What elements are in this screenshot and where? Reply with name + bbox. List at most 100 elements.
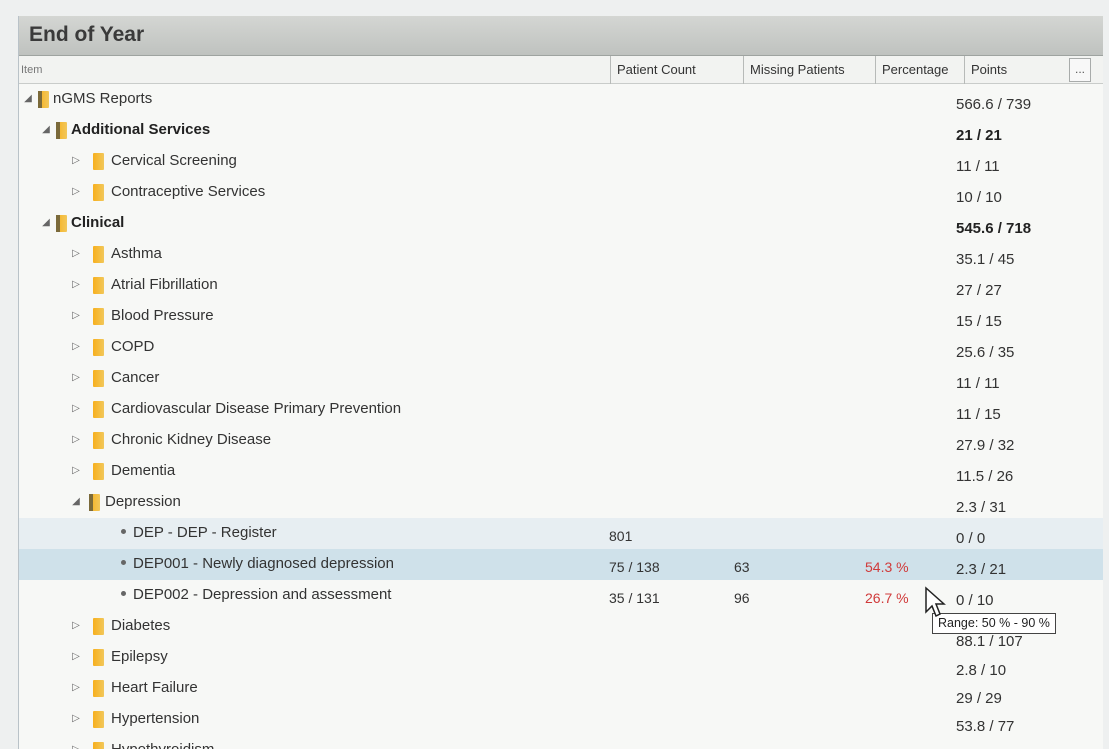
- folder-icon: [56, 122, 67, 139]
- column-item[interactable]: Item: [19, 56, 609, 84]
- row-points: 10 / 10: [956, 189, 1002, 206]
- row-missing-patients: 63: [734, 559, 750, 575]
- row-points: 11 / 11: [956, 158, 1000, 175]
- row-label: nGMS Reports: [53, 90, 153, 107]
- row-patient-count: 75 / 138: [609, 559, 660, 575]
- tree-row-ngms-reports[interactable]: ◢ nGMS Reports 566.6 / 739: [19, 84, 1103, 115]
- row-patient-count: 801: [609, 528, 633, 544]
- row-label: Cancer: [111, 369, 160, 386]
- title-bar: End of Year: [19, 16, 1103, 56]
- row-points: 0 / 10: [956, 592, 994, 609]
- mouse-cursor-icon: [925, 586, 946, 618]
- window-title: End of Year: [29, 23, 145, 46]
- tree-row-cervical-screening[interactable]: ▷ Cervical Screening 11 / 11: [19, 146, 1103, 177]
- tree-row-hypertension[interactable]: ▷ Hypertension 53.8 / 77: [19, 704, 1103, 735]
- folder-icon: [93, 153, 104, 170]
- folder-icon: [93, 463, 104, 480]
- triangle-right-icon[interactable]: ▷: [71, 651, 81, 663]
- folder-icon: [93, 618, 104, 635]
- triangle-right-icon[interactable]: ▷: [71, 744, 81, 749]
- tree-row-copd[interactable]: ▷ COPD 25.6 / 35: [19, 332, 1103, 363]
- row-percentage[interactable]: 54.3 %: [865, 559, 909, 575]
- column-percentage[interactable]: Percentage: [875, 56, 965, 84]
- tree-row-blood-pressure[interactable]: ▷ Blood Pressure 15 / 15: [19, 301, 1103, 332]
- triangle-right-icon[interactable]: ▷: [71, 403, 81, 415]
- folder-icon: [93, 370, 104, 387]
- triangle-right-icon[interactable]: ▷: [71, 372, 81, 384]
- row-points: 2.3 / 31: [956, 499, 1007, 516]
- row-points: 11.5 / 26: [956, 468, 1014, 485]
- folder-icon: [93, 184, 104, 201]
- row-label: Hypothyroidism: [111, 741, 214, 749]
- tree-row-additional-services[interactable]: ◢ Additional Services 21 / 21: [19, 115, 1103, 146]
- row-percentage[interactable]: 26.7 %: [865, 590, 909, 606]
- tree-row-hypothyroidism[interactable]: ▷ Hypothyroidism: [19, 735, 1103, 749]
- column-patient-count[interactable]: Patient Count: [610, 56, 736, 84]
- column-options-button[interactable]: ...: [1069, 58, 1091, 82]
- column-header: Item Patient Count Missing Patients Perc…: [19, 56, 1103, 84]
- tree-row-clinical[interactable]: ◢ Clinical 545.6 / 718: [19, 208, 1103, 239]
- triangle-right-icon[interactable]: ▷: [71, 279, 81, 291]
- tree-row-contraceptive-services[interactable]: ▷ Contraceptive Services 10 / 10: [19, 177, 1103, 208]
- row-points: 15 / 15: [956, 313, 1002, 330]
- triangle-right-icon[interactable]: ▷: [71, 341, 81, 353]
- column-points[interactable]: Points: [964, 56, 1064, 84]
- row-points: 11 / 11: [956, 375, 1000, 392]
- triangle-down-icon[interactable]: ◢: [71, 496, 81, 508]
- folder-icon: [89, 494, 100, 511]
- tree-row-dep001[interactable]: DEP001 - Newly diagnosed depression 75 /…: [19, 549, 1103, 580]
- row-label: DEP001 - Newly diagnosed depression: [133, 555, 394, 572]
- triangle-right-icon[interactable]: ▷: [71, 682, 81, 694]
- column-missing-patients[interactable]: Missing Patients: [743, 56, 875, 84]
- row-points: 27 / 27: [956, 282, 1002, 299]
- row-label: Chronic Kidney Disease: [111, 431, 272, 448]
- row-label: Heart Failure: [111, 679, 198, 696]
- triangle-right-icon[interactable]: ▷: [71, 434, 81, 446]
- bullet-icon: [121, 560, 126, 565]
- row-label: Hypertension: [111, 710, 200, 727]
- tree-row-dep-register[interactable]: DEP - DEP - Register 801 0 / 0: [19, 518, 1103, 549]
- row-label: Additional Services: [71, 121, 211, 138]
- triangle-right-icon[interactable]: ▷: [71, 465, 81, 477]
- tree-row-asthma[interactable]: ▷ Asthma 35.1 / 45: [19, 239, 1103, 270]
- row-label: Epilepsy: [111, 648, 168, 665]
- triangle-right-icon[interactable]: ▷: [71, 620, 81, 632]
- tree-row-heart-failure[interactable]: ▷ Heart Failure 29 / 29: [19, 673, 1103, 707]
- row-label: Depression: [105, 493, 181, 510]
- tree-row-cancer[interactable]: ▷ Cancer 11 / 11: [19, 363, 1103, 394]
- triangle-down-icon[interactable]: ◢: [23, 93, 33, 105]
- row-patient-count: 35 / 131: [609, 590, 660, 606]
- row-points: 566.6 / 739: [956, 96, 1032, 113]
- tree-row-dementia[interactable]: ▷ Dementia 11.5 / 26: [19, 456, 1103, 487]
- row-points: 21 / 21: [956, 127, 1002, 144]
- tree-row-cardiovascular-primary-prevention[interactable]: ▷ Cardiovascular Disease Primary Prevent…: [19, 394, 1103, 425]
- row-label: Atrial Fibrillation: [111, 276, 218, 293]
- folder-icon: [93, 401, 104, 418]
- triangle-right-icon[interactable]: ▷: [71, 186, 81, 198]
- tree-row-epilepsy[interactable]: ▷ Epilepsy 2.8 / 10: [19, 642, 1103, 679]
- tree-row-atrial-fibrillation[interactable]: ▷ Atrial Fibrillation 27 / 27: [19, 270, 1103, 301]
- folder-icon: [93, 649, 104, 666]
- folder-icon: [93, 742, 104, 749]
- row-label: Blood Pressure: [111, 307, 214, 324]
- tree-row-depression[interactable]: ◢ Depression 2.3 / 31: [19, 487, 1103, 518]
- folder-icon: [93, 246, 104, 263]
- folder-icon: [93, 308, 104, 325]
- triangle-right-icon[interactable]: ▷: [71, 310, 81, 322]
- folder-icon: [93, 432, 104, 449]
- row-label: Cervical Screening: [111, 152, 237, 169]
- triangle-down-icon[interactable]: ◢: [41, 217, 51, 229]
- row-points: 2.3 / 21: [956, 561, 1007, 578]
- triangle-right-icon[interactable]: ▷: [71, 155, 81, 167]
- report-window: End of Year Item Patient Count Missing P…: [18, 16, 1103, 749]
- triangle-right-icon[interactable]: ▷: [71, 248, 81, 260]
- triangle-down-icon[interactable]: ◢: [41, 124, 51, 136]
- folder-icon: [93, 277, 104, 294]
- triangle-right-icon[interactable]: ▷: [71, 713, 81, 725]
- row-label: DEP002 - Depression and assessment: [133, 586, 392, 603]
- bullet-icon: [121, 529, 126, 534]
- row-label: COPD: [111, 338, 155, 355]
- row-label: Dementia: [111, 462, 176, 479]
- tree-row-chronic-kidney-disease[interactable]: ▷ Chronic Kidney Disease 27.9 / 32: [19, 425, 1103, 456]
- row-label: Clinical: [71, 214, 125, 231]
